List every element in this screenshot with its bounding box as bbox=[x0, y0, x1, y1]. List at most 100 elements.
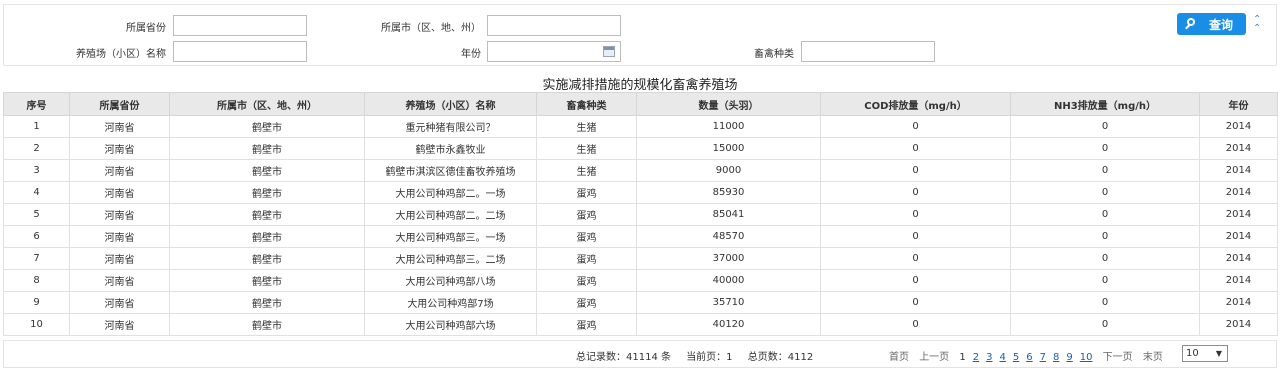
livestock-type-label: 畜禽种类 bbox=[754, 49, 794, 60]
table-cell: 大用公司种鸡部二。二场 bbox=[364, 203, 537, 226]
table-row[interactable]: 2 河南省 鹤壁市 鹤壁市永鑫牧业 生猪 15000 0 0 2014 bbox=[3, 137, 1278, 160]
page-number-link[interactable]: 1 bbox=[959, 352, 965, 363]
table-row[interactable]: 4 河南省 鹤壁市 大用公司种鸡部二。一场 蛋鸡 85930 0 0 2014 bbox=[3, 181, 1278, 204]
table-cell: 蛋鸡 bbox=[536, 203, 637, 226]
table-cell: 1 bbox=[3, 115, 70, 138]
table-cell: 9 bbox=[3, 291, 70, 314]
table-cell: 0 bbox=[1010, 137, 1200, 160]
page-size-select[interactable]: 10 ▼ bbox=[1182, 345, 1228, 362]
page-number-links: 1 2 3 4 5 6 7 8 9 10 bbox=[959, 352, 1099, 363]
table-cell: 40120 bbox=[636, 313, 821, 336]
city-input[interactable] bbox=[487, 15, 621, 36]
table-cell: 2014 bbox=[1199, 137, 1278, 160]
page-number-link[interactable]: 4 bbox=[1000, 352, 1006, 363]
table-cell: 2014 bbox=[1199, 159, 1278, 182]
year-input[interactable] bbox=[487, 41, 621, 62]
page-number-link[interactable]: 2 bbox=[973, 352, 979, 363]
table-cell: 鹤壁市 bbox=[169, 181, 365, 204]
table-cell: 河南省 bbox=[69, 137, 170, 160]
last-page-link[interactable]: 末页 bbox=[1143, 352, 1163, 363]
total-records: 总记录数：41114 条 bbox=[576, 352, 671, 363]
column-header: 年份 bbox=[1199, 92, 1278, 116]
table-cell: 7 bbox=[3, 247, 70, 270]
table-cell: 35710 bbox=[636, 291, 821, 314]
table-title: 实施减排措施的规模化畜禽养殖场 bbox=[542, 78, 738, 93]
search-icon bbox=[1185, 18, 1197, 30]
table-cell: 河南省 bbox=[69, 225, 170, 248]
table-cell: 5 bbox=[3, 203, 70, 226]
table-row[interactable]: 3 河南省 鹤壁市 鹤壁市淇滨区德佳畜牧养殖场 生猪 9000 0 0 2014 bbox=[3, 159, 1278, 182]
column-header: 所属市（区、地、州） bbox=[169, 92, 365, 116]
column-header: 序号 bbox=[3, 92, 70, 116]
search-button-label: 查询 bbox=[1209, 17, 1234, 32]
page-number-link[interactable]: 10 bbox=[1080, 352, 1093, 363]
table-cell: 85041 bbox=[636, 203, 821, 226]
table-cell: 蛋鸡 bbox=[536, 225, 637, 248]
table-cell: 蛋鸡 bbox=[536, 269, 637, 292]
table-row[interactable]: 9 河南省 鹤壁市 大用公司种鸡部7场 蛋鸡 35710 0 0 2014 bbox=[3, 291, 1278, 314]
table-cell: 40000 bbox=[636, 269, 821, 292]
page-number-link[interactable]: 3 bbox=[986, 352, 992, 363]
table-cell: 2014 bbox=[1199, 115, 1278, 138]
province-input[interactable] bbox=[173, 15, 307, 36]
table-cell: 0 bbox=[1010, 269, 1200, 292]
table-cell: 0 bbox=[1010, 203, 1200, 226]
table-body: 1 河南省 鹤壁市 重元种猪有限公司？ 生猪 11000 0 0 2014 2 河南省 鹤壁市 鹤壁市永… bbox=[3, 115, 1278, 336]
table-cell: 河南省 bbox=[69, 313, 170, 336]
table-row[interactable]: 5 河南省 鹤壁市 大用公司种鸡部二。二场 蛋鸡 85041 0 0 2014 bbox=[3, 203, 1278, 226]
page-number-link[interactable]: 6 bbox=[1026, 352, 1032, 363]
table-row[interactable]: 8 河南省 鹤壁市 大用公司种鸡部八场 蛋鸡 40000 0 0 2014 bbox=[3, 269, 1278, 292]
search-button[interactable]: 查询 bbox=[1177, 13, 1246, 35]
table-cell: 重元种猪有限公司？ bbox=[364, 115, 537, 138]
column-header: 畜禽种类 bbox=[536, 92, 637, 116]
table-cell: 0 bbox=[820, 247, 1011, 270]
table-cell: 6 bbox=[3, 225, 70, 248]
column-header: 养殖场（小区）名称 bbox=[364, 92, 537, 116]
table-cell: 鹤壁市 bbox=[169, 137, 365, 160]
calendar-icon[interactable] bbox=[603, 46, 615, 57]
table-cell: 河南省 bbox=[69, 247, 170, 270]
table-row[interactable]: 7 河南省 鹤壁市 大用公司种鸡部三。二场 蛋鸡 37000 0 0 2014 bbox=[3, 247, 1278, 270]
first-page-link[interactable]: 首页 bbox=[889, 352, 909, 363]
table-cell: 鹤壁市 bbox=[169, 313, 365, 336]
table-cell: 大用公司种鸡部二。一场 bbox=[364, 181, 537, 204]
table-cell: 0 bbox=[1010, 159, 1200, 182]
table-cell: 15000 bbox=[636, 137, 821, 160]
province-label: 所属省份 bbox=[126, 23, 166, 34]
table-cell: 河南省 bbox=[69, 159, 170, 182]
table-cell: 鹤壁市 bbox=[169, 247, 365, 270]
table-row[interactable]: 10 河南省 鹤壁市 大用公司种鸡部六场 蛋鸡 40120 0 0 2014 bbox=[3, 313, 1278, 336]
table-cell: 2014 bbox=[1199, 181, 1278, 204]
table-cell: 48570 bbox=[636, 225, 821, 248]
collapse-icon[interactable]: ⌃ ⌃ bbox=[1253, 15, 1261, 34]
page-number-link[interactable]: 7 bbox=[1040, 352, 1046, 363]
table-cell: 生猪 bbox=[536, 159, 637, 182]
page-number-link[interactable]: 9 bbox=[1066, 352, 1072, 363]
table-cell: 0 bbox=[1010, 313, 1200, 336]
table-cell: 8 bbox=[3, 269, 70, 292]
data-table: 序号 所属省份 所属市（区、地、州） 养殖场（小区）名称 畜禽种类 数量（头羽） COD排放… bbox=[3, 92, 1278, 336]
table-cell: 0 bbox=[820, 225, 1011, 248]
table-cell: 蛋鸡 bbox=[536, 313, 637, 336]
farm-name-label: 养殖场（小区）名称 bbox=[76, 49, 166, 60]
column-header: 数量（头羽） bbox=[636, 92, 821, 116]
filter-panel: 所属省份 所属市（区、地、州） 养殖场（小区）名称 年份 畜禽种类 bbox=[3, 4, 1277, 66]
page-number-link[interactable]: 8 bbox=[1053, 352, 1059, 363]
farm-name-input[interactable] bbox=[173, 41, 307, 62]
table-cell: 2 bbox=[3, 137, 70, 160]
page-number-link[interactable]: 5 bbox=[1013, 352, 1019, 363]
table-row[interactable]: 6 河南省 鹤壁市 大用公司种鸡部三。一场 蛋鸡 48570 0 0 2014 bbox=[3, 225, 1278, 248]
livestock-type-input[interactable] bbox=[801, 41, 935, 62]
prev-page-link[interactable]: 上一页 bbox=[919, 352, 949, 363]
table-cell: 河南省 bbox=[69, 115, 170, 138]
table-cell: 0 bbox=[1010, 181, 1200, 204]
table-cell: 蛋鸡 bbox=[536, 247, 637, 270]
column-header: 所属省份 bbox=[69, 92, 170, 116]
table-cell: 大用公司种鸡部三。二场 bbox=[364, 247, 537, 270]
table-cell: 11000 bbox=[636, 115, 821, 138]
total-pages: 总页数：4112 bbox=[747, 352, 814, 363]
table-row[interactable]: 1 河南省 鹤壁市 重元种猪有限公司？ 生猪 11000 0 0 2014 bbox=[3, 115, 1278, 138]
next-page-link[interactable]: 下一页 bbox=[1103, 352, 1133, 363]
table-cell: 鹤壁市 bbox=[169, 225, 365, 248]
table-cell: 0 bbox=[820, 313, 1011, 336]
